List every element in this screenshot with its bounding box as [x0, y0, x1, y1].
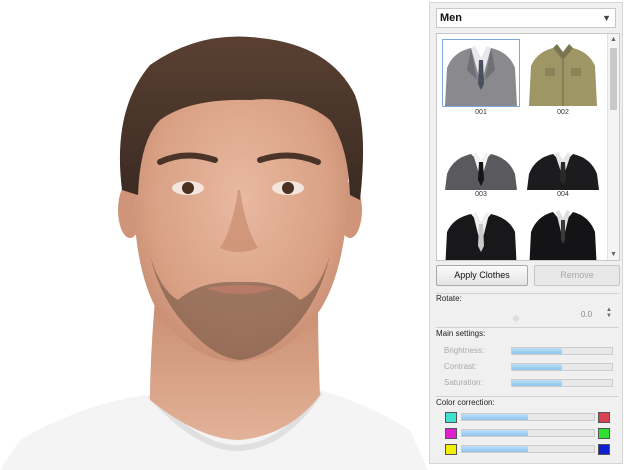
slider-fill — [512, 364, 562, 370]
color-correction-title: Color correction: — [436, 398, 495, 407]
slider-fill — [512, 348, 562, 354]
category-selected-label: Men — [440, 12, 462, 24]
contrast-label: Contrast: — [444, 362, 477, 371]
portrait-photo — [0, 0, 428, 470]
gallery-scrollbar[interactable]: ▲ ▼ — [607, 34, 619, 260]
slider-fill — [462, 430, 528, 436]
gallery-item-001[interactable] — [442, 39, 520, 107]
scrollbar-thumb[interactable] — [610, 48, 617, 110]
cyan-swatch — [445, 412, 457, 423]
grey-suit-thumbnail — [445, 46, 517, 106]
gallery-item-005[interactable] — [443, 206, 519, 260]
portrait-image — [0, 36, 428, 470]
cyan-red-slider[interactable] — [461, 413, 595, 421]
grey-suit-black-tie-thumbnail — [445, 152, 517, 190]
remove-button[interactable]: Remove — [534, 265, 620, 286]
scroll-down-arrow-icon[interactable]: ▼ — [608, 249, 619, 260]
gallery-item-label: 004 — [557, 191, 569, 198]
saturation-label: Saturation: — [444, 378, 483, 387]
slider-fill — [462, 414, 528, 420]
clothes-panel: Men ▼ 001 002 003 004 ▲ ▼ Apply Clothes … — [429, 2, 623, 464]
gallery-item-label: 002 — [557, 109, 569, 116]
slider-fill — [462, 446, 528, 452]
contrast-slider[interactable] — [511, 363, 613, 371]
gallery-item-004[interactable] — [525, 124, 601, 190]
red-swatch — [598, 412, 610, 423]
gallery-item-label: 003 — [475, 191, 487, 198]
black-suit-thumbnail — [527, 152, 599, 190]
chevron-down-icon[interactable]: ▼ — [602, 9, 611, 27]
main-settings-title: Main settings: — [436, 329, 486, 338]
rotate-slider-handle[interactable]: ◆ — [512, 313, 532, 324]
magenta-green-slider[interactable] — [461, 429, 595, 437]
blue-swatch — [598, 444, 610, 455]
apply-clothes-button[interactable]: Apply Clothes — [436, 265, 528, 286]
rotate-title: Rotate: — [436, 294, 462, 303]
rotate-value[interactable]: 0.0 — [581, 310, 592, 319]
magenta-swatch — [445, 428, 457, 439]
clothes-gallery: 001 002 003 004 ▲ ▼ — [436, 33, 620, 261]
scroll-up-arrow-icon[interactable]: ▲ — [608, 34, 619, 45]
gallery-item-002[interactable] — [525, 40, 601, 106]
yellow-swatch — [445, 444, 457, 455]
gallery-item-006[interactable] — [525, 206, 601, 260]
green-swatch — [598, 428, 610, 439]
black-suit-dark-thumbnail — [529, 210, 597, 260]
slider-fill — [512, 380, 562, 386]
brightness-slider[interactable] — [511, 347, 613, 355]
saturation-slider[interactable] — [511, 379, 613, 387]
rotate-spinner[interactable]: ▲ ▼ — [604, 307, 614, 321]
black-suit-white-tie-thumbnail — [445, 212, 517, 260]
spin-down-icon[interactable]: ▼ — [604, 313, 614, 319]
khaki-shirt-thumbnail — [529, 44, 597, 106]
gallery-item-label: 001 — [475, 109, 487, 116]
gallery-item-003[interactable] — [443, 124, 519, 190]
brightness-label: Brightness: — [444, 346, 485, 355]
category-dropdown[interactable]: Men ▼ — [436, 8, 616, 28]
yellow-blue-slider[interactable] — [461, 445, 595, 453]
